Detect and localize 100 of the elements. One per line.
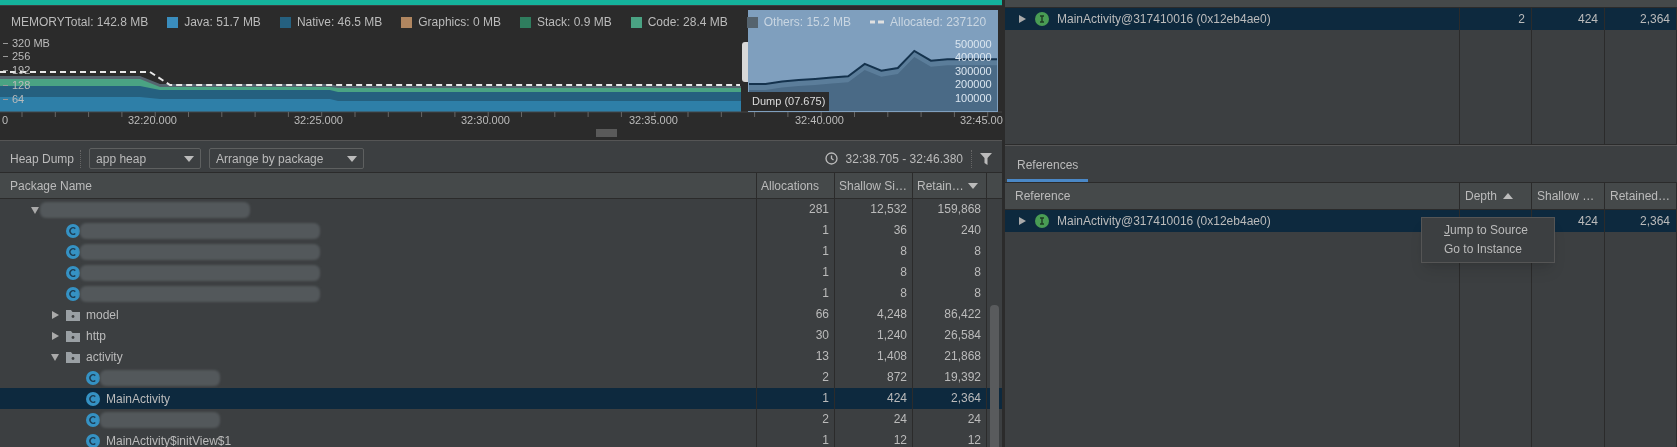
- table-cell: 24: [913, 409, 987, 430]
- table-cell: 36: [835, 220, 913, 241]
- table-cell: 424: [1532, 8, 1605, 30]
- class-name: http: [86, 327, 106, 345]
- y-tick: [3, 56, 8, 57]
- folder-icon: [66, 350, 80, 363]
- table-row[interactable]: 1 36 240: [0, 220, 1002, 241]
- table-cell: 12: [913, 430, 987, 447]
- legend-label: Allocated: 237120: [890, 14, 987, 31]
- table-row[interactable]: MainActivity 1 424 2,364: [0, 388, 1002, 409]
- class-name: model: [86, 306, 119, 324]
- table-row[interactable]: MainActivity$initView$1 1 12 12: [0, 430, 1002, 447]
- class-name: MainActivity$initView$1: [106, 432, 232, 447]
- table-cell: 4,248: [835, 304, 913, 325]
- column-header[interactable]: Reference: [1005, 183, 1460, 209]
- legend-label: Graphics: 0 MB: [418, 14, 501, 31]
- column-header[interactable]: Shallow …: [1532, 183, 1605, 209]
- table-cell: 1: [757, 241, 835, 262]
- y-tick: [3, 70, 8, 71]
- table-cell: 1: [757, 283, 835, 304]
- allocation-axis-label: 300000: [954, 64, 993, 78]
- dump-marker-label: Dump (07.675): [748, 92, 830, 111]
- class-icon: [86, 433, 100, 447]
- time-range: 32:38.705 - 32:46.380: [845, 149, 972, 168]
- instance-icon: [1035, 214, 1049, 228]
- table-cell: 8: [913, 262, 987, 283]
- range-handle[interactable]: [742, 42, 748, 82]
- table-cell: 8: [913, 241, 987, 262]
- table-cell: 8: [835, 262, 913, 283]
- table-row[interactable]: model 66 4,248 86,422: [0, 304, 1002, 325]
- legend-label: Native: 46.5 MB: [296, 14, 383, 31]
- class-icon: [66, 244, 80, 259]
- table-row[interactable]: 1 8 8: [0, 262, 1002, 283]
- table-cell: 1,408: [835, 346, 913, 367]
- class-icon: [66, 265, 80, 280]
- column-header[interactable]: Depth: [1460, 183, 1532, 209]
- table-cell: 2: [1460, 8, 1532, 30]
- table-row[interactable]: 1 8 8: [0, 283, 1002, 304]
- table-cell: 86,422: [913, 304, 987, 325]
- folder-icon: [66, 308, 80, 321]
- column-header[interactable]: Shallow Si…: [835, 173, 913, 198]
- table-cell: 1: [757, 430, 835, 447]
- class-name: MainActivity: [106, 390, 170, 408]
- vertical-scrollbar-thumb[interactable]: [990, 305, 999, 447]
- table-row[interactable]: 281 12,532 159,868: [0, 199, 1002, 220]
- caret-icon: [347, 155, 358, 162]
- dropdown[interactable]: Arrange by package: [209, 148, 365, 169]
- time-label: 32:40.000: [795, 114, 844, 127]
- horizontal-scrollbar-thumb[interactable]: [596, 129, 617, 137]
- table-row[interactable]: MainActivity@317410016 (0x12eb4ae0) 2 424 2,364: [1005, 8, 1677, 30]
- table-cell: 2,364: [1605, 210, 1677, 232]
- column-header[interactable]: Allocations: [757, 173, 835, 198]
- memory-title: MEMORYTotal: 142.8 MB: [11, 14, 149, 31]
- table-cell: 2,364: [913, 388, 987, 409]
- column-header[interactable]: Retained…: [1605, 183, 1677, 209]
- column-header[interactable]: Retain…: [913, 173, 987, 198]
- time-label: 0: [2, 114, 9, 127]
- legend-label: Stack: 0.9 MB: [536, 14, 612, 31]
- table-cell: 8: [835, 283, 913, 304]
- allocation-axis-label: 200000: [954, 78, 993, 92]
- y-axis-label: 192: [12, 64, 31, 77]
- table-cell: 8: [913, 283, 987, 304]
- table-cell: 424: [835, 388, 913, 409]
- folder-icon: [66, 329, 80, 342]
- time-label: 32:20.000: [128, 114, 177, 127]
- time-label: 32:35.000: [629, 114, 678, 127]
- dropdown[interactable]: app heap: [89, 148, 202, 169]
- legend-label: Code: 28.4 MB: [647, 14, 728, 31]
- table-cell: 2,364: [1605, 8, 1677, 30]
- table-cell: 21,868: [913, 346, 987, 367]
- y-axis-label: 320 MB: [12, 37, 50, 50]
- table-cell: 26,584: [913, 325, 987, 346]
- table-row[interactable]: 1 8 8: [0, 241, 1002, 262]
- table-cell: 12,532: [835, 199, 913, 220]
- table-row[interactable]: 2 24 24: [0, 409, 1002, 430]
- menu-item[interactable]: Go to Instance: [1422, 240, 1554, 259]
- y-tick: [3, 99, 8, 100]
- table-cell: 2: [757, 409, 835, 430]
- class-icon: [86, 412, 100, 427]
- clock-icon: [824, 152, 838, 165]
- table-cell: 24: [835, 409, 913, 430]
- toolbar-title: Heap Dump: [10, 149, 82, 168]
- table-cell: 1: [757, 262, 835, 283]
- class-icon: [86, 370, 100, 385]
- table-row[interactable]: activity 13 1,408 21,868: [0, 346, 1002, 367]
- legend-label: Java: 51.7 MB: [184, 14, 261, 31]
- table-cell: 1,240: [835, 325, 913, 346]
- table-cell: 240: [913, 220, 987, 241]
- table-cell: 1: [757, 388, 835, 409]
- column-header[interactable]: Package Name: [0, 173, 757, 198]
- table-cell: 159,868: [913, 199, 987, 220]
- table-cell: 12: [835, 430, 913, 447]
- filter-icon[interactable]: [980, 152, 992, 165]
- table-cell: 66: [757, 304, 835, 325]
- class-icon: [86, 391, 100, 406]
- allocation-axis-label: 100000: [954, 92, 993, 105]
- table-cell: 8: [835, 241, 913, 262]
- time-label: 32:45.00: [960, 114, 1003, 127]
- table-row[interactable]: http 30 1,240 26,584: [0, 325, 1002, 346]
- time-label: 32:25.000: [294, 114, 343, 127]
